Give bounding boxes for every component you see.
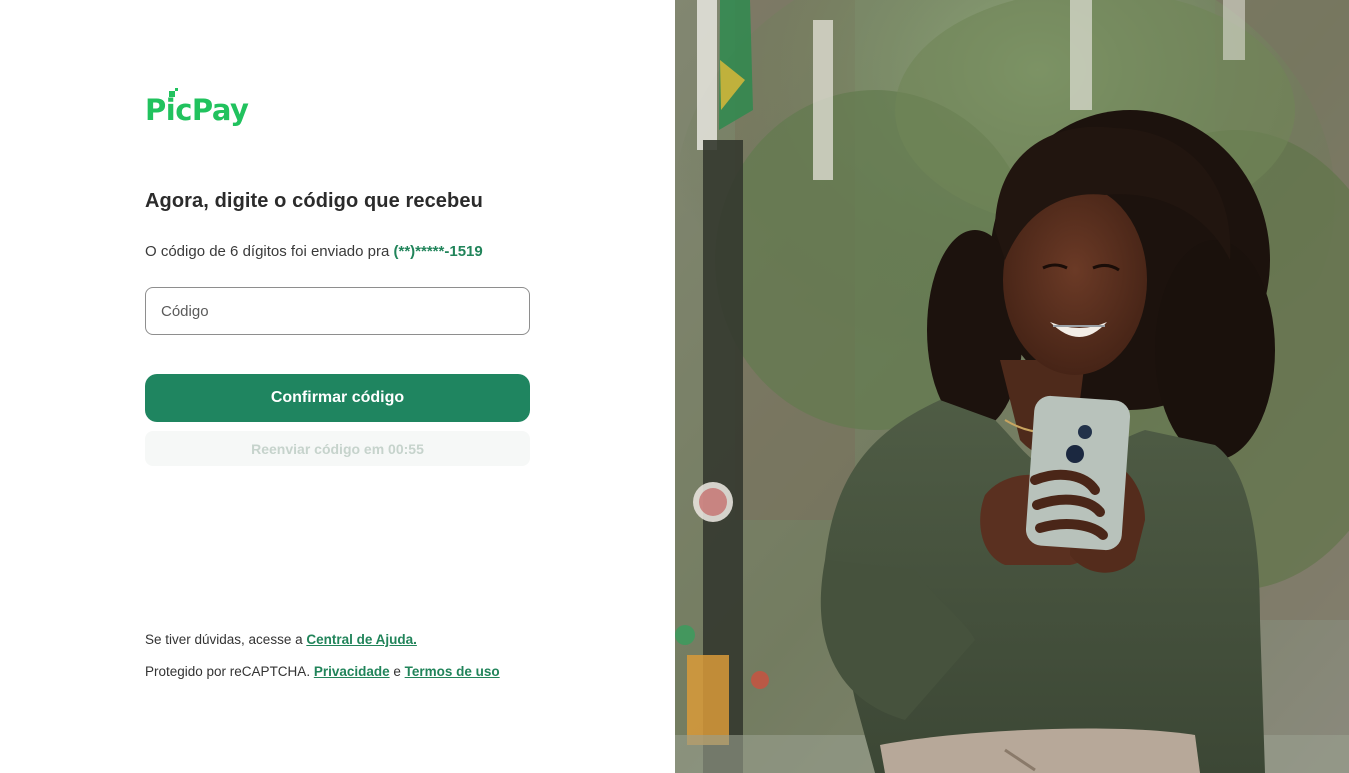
masked-phone-number: (**)*****-1519 bbox=[393, 243, 483, 260]
recaptcha-text: Protegido por reCAPTCHA. Privacidade e T… bbox=[145, 664, 500, 679]
terms-of-use-link[interactable]: Termos de uso bbox=[405, 664, 500, 679]
help-prefix: Se tiver dúvidas, acesse a bbox=[145, 632, 307, 647]
svg-text:PicPay: PicPay bbox=[145, 93, 249, 127]
page-title: Agora, digite o código que recebeu bbox=[145, 190, 483, 212]
help-center-link[interactable]: Central de Ajuda. bbox=[306, 632, 417, 647]
code-input[interactable] bbox=[146, 288, 529, 334]
login-panel: PicPay Agora, digite o código que recebe… bbox=[0, 0, 675, 773]
woman-with-phone-photo bbox=[675, 0, 1349, 773]
picpay-logo-mark: PicPay bbox=[145, 88, 250, 127]
code-sent-text: O código de 6 dígitos foi enviado pra bbox=[145, 243, 394, 260]
help-text: Se tiver dúvidas, acesse a Central de Aj… bbox=[145, 632, 417, 647]
code-field[interactable] bbox=[145, 287, 530, 335]
recaptcha-prefix: Protegido por reCAPTCHA. bbox=[145, 664, 314, 679]
picpay-logo: PicPay bbox=[145, 88, 257, 128]
resend-code-button: Reenviar código em 00:55 bbox=[145, 431, 530, 466]
code-sent-message: O código de 6 dígitos foi enviado pra (*… bbox=[145, 243, 483, 260]
hero-image bbox=[675, 0, 1349, 773]
conjunction-text: e bbox=[389, 664, 405, 679]
confirm-code-button[interactable]: Confirmar código bbox=[145, 374, 530, 422]
privacy-link[interactable]: Privacidade bbox=[314, 664, 390, 679]
